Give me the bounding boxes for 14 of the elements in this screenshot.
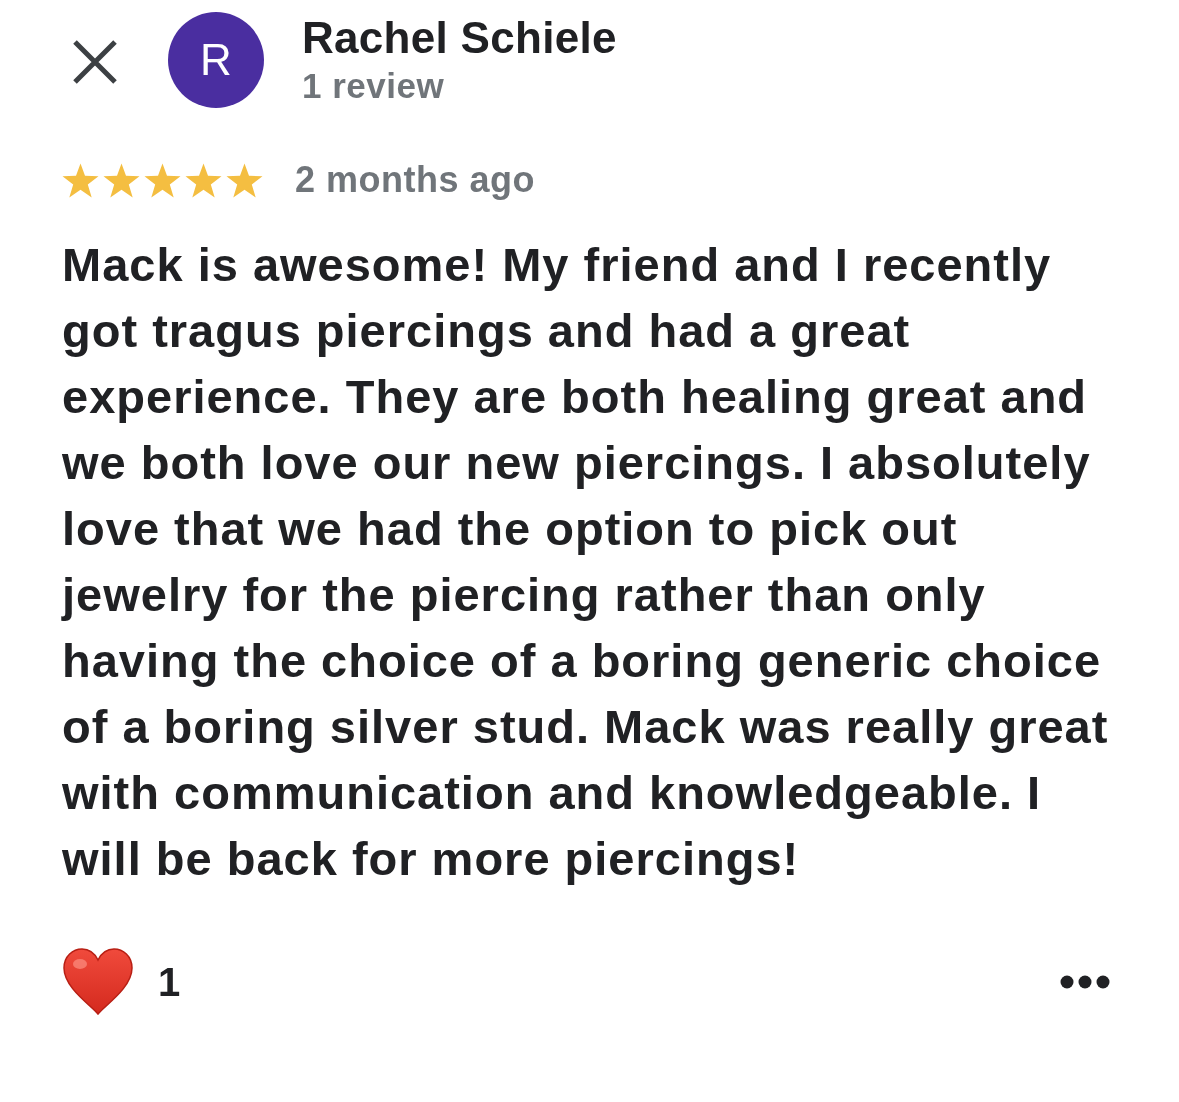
heart-icon[interactable]: [62, 948, 134, 1016]
avatar: R: [168, 12, 264, 108]
star-icon: [62, 162, 99, 198]
star-icon: [144, 162, 181, 198]
star-icon: [103, 162, 140, 198]
reviewer-name[interactable]: Rachel Schiele: [302, 12, 617, 64]
star-icon: [185, 162, 222, 198]
like-count: 1: [158, 962, 181, 1002]
star-icon: [226, 162, 263, 198]
more-options-icon: [1060, 975, 1110, 989]
review-count: 1 review: [302, 65, 446, 107]
close-icon: [73, 40, 117, 84]
review-text: Mack is awesome! My friend and I recently got tragus piercings and had a great experience. They are both healing great and we both love our new piercings. I absolutely love that we had the option to pick out jewelry for the piercing rather than only having the choice of a boring generic choice of a boring silver stud. Mack was really great with communication and knowledgeable. I will be back for more piercings!: [62, 237, 1110, 887]
review-time: 2 months ago: [295, 158, 536, 202]
